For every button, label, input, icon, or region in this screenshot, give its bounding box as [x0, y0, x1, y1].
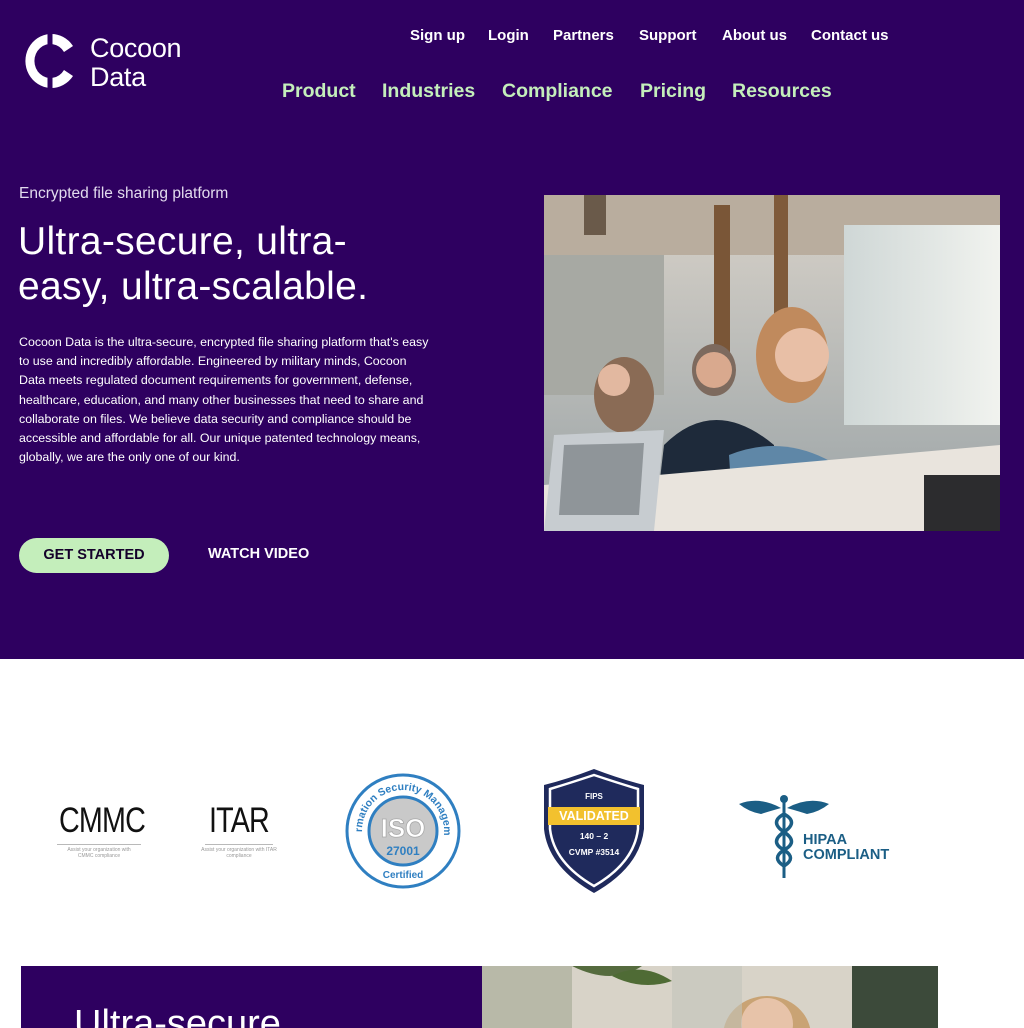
nav-support[interactable]: Support [639, 27, 697, 44]
menu-compliance[interactable]: Compliance [502, 80, 613, 103]
menu-resources[interactable]: Resources [732, 80, 832, 103]
compliance-badges: CMMC Assist your organization with CMMC … [0, 659, 1024, 959]
cocoon-logo-icon [25, 33, 73, 88]
next-section-title: Ultra-secure [74, 1003, 281, 1028]
svg-text:CVMP #3514: CVMP #3514 [569, 847, 620, 857]
nav-sign-up[interactable]: Sign up [410, 27, 465, 44]
svg-text:140 – 2: 140 – 2 [580, 831, 609, 841]
fips-badge: FIPS VALIDATED 140 – 2 CVMP #3514 [540, 767, 648, 895]
iso-27001-badge: Information Security Management ISO 2700… [342, 764, 461, 889]
menu-pricing[interactable]: Pricing [640, 80, 706, 103]
svg-text:27001: 27001 [386, 844, 420, 858]
svg-text:ISO: ISO [381, 813, 426, 843]
nav-partners[interactable]: Partners [553, 27, 614, 44]
hipaa-badge: HIPAA COMPLIANT [737, 792, 897, 880]
hero-description: Cocoon Data is the ultra-secure, encrypt… [19, 335, 429, 465]
nav-about-us[interactable]: About us [722, 27, 787, 44]
nav-login[interactable]: Login [488, 27, 529, 44]
hero-headline: Ultra-secure, ultra- easy, ultra-scalabl… [18, 220, 369, 308]
svg-text:FIPS: FIPS [585, 792, 603, 801]
iso-seal-icon: Information Security Management ISO 2700… [342, 764, 461, 889]
next-section-card: Ultra-secure [21, 966, 483, 1028]
caduceus-icon: HIPAA COMPLIANT [739, 795, 889, 878]
hero-section: Cocoon Data Sign up Login Partners Suppo… [0, 0, 1024, 659]
next-section-photo [482, 966, 938, 1028]
svg-text:HIPAA: HIPAA [803, 832, 848, 848]
fips-shield-icon: FIPS VALIDATED 140 – 2 CVMP #3514 [544, 769, 644, 893]
hero-eyebrow: Encrypted file sharing platform [19, 185, 229, 202]
svg-text:Certified: Certified [383, 870, 424, 881]
itar-badge: ITAR Assist your organization with ITAR … [201, 801, 277, 859]
get-started-button[interactable]: GET STARTED [19, 538, 169, 573]
brand-logo[interactable]: Cocoon Data [24, 31, 199, 93]
hero-office-photo [544, 195, 1000, 531]
menu-product[interactable]: Product [282, 80, 356, 103]
svg-text:COMPLIANT: COMPLIANT [803, 847, 889, 863]
cmmc-badge: CMMC Assist your organization with CMMC … [57, 801, 146, 859]
nav-contact-us[interactable]: Contact us [811, 27, 889, 44]
brand-wordmark: Cocoon Data [90, 33, 182, 92]
menu-industries[interactable]: Industries [382, 80, 475, 103]
svg-text:VALIDATED: VALIDATED [559, 809, 629, 823]
watch-video-link[interactable]: WATCH VIDEO [208, 546, 309, 562]
